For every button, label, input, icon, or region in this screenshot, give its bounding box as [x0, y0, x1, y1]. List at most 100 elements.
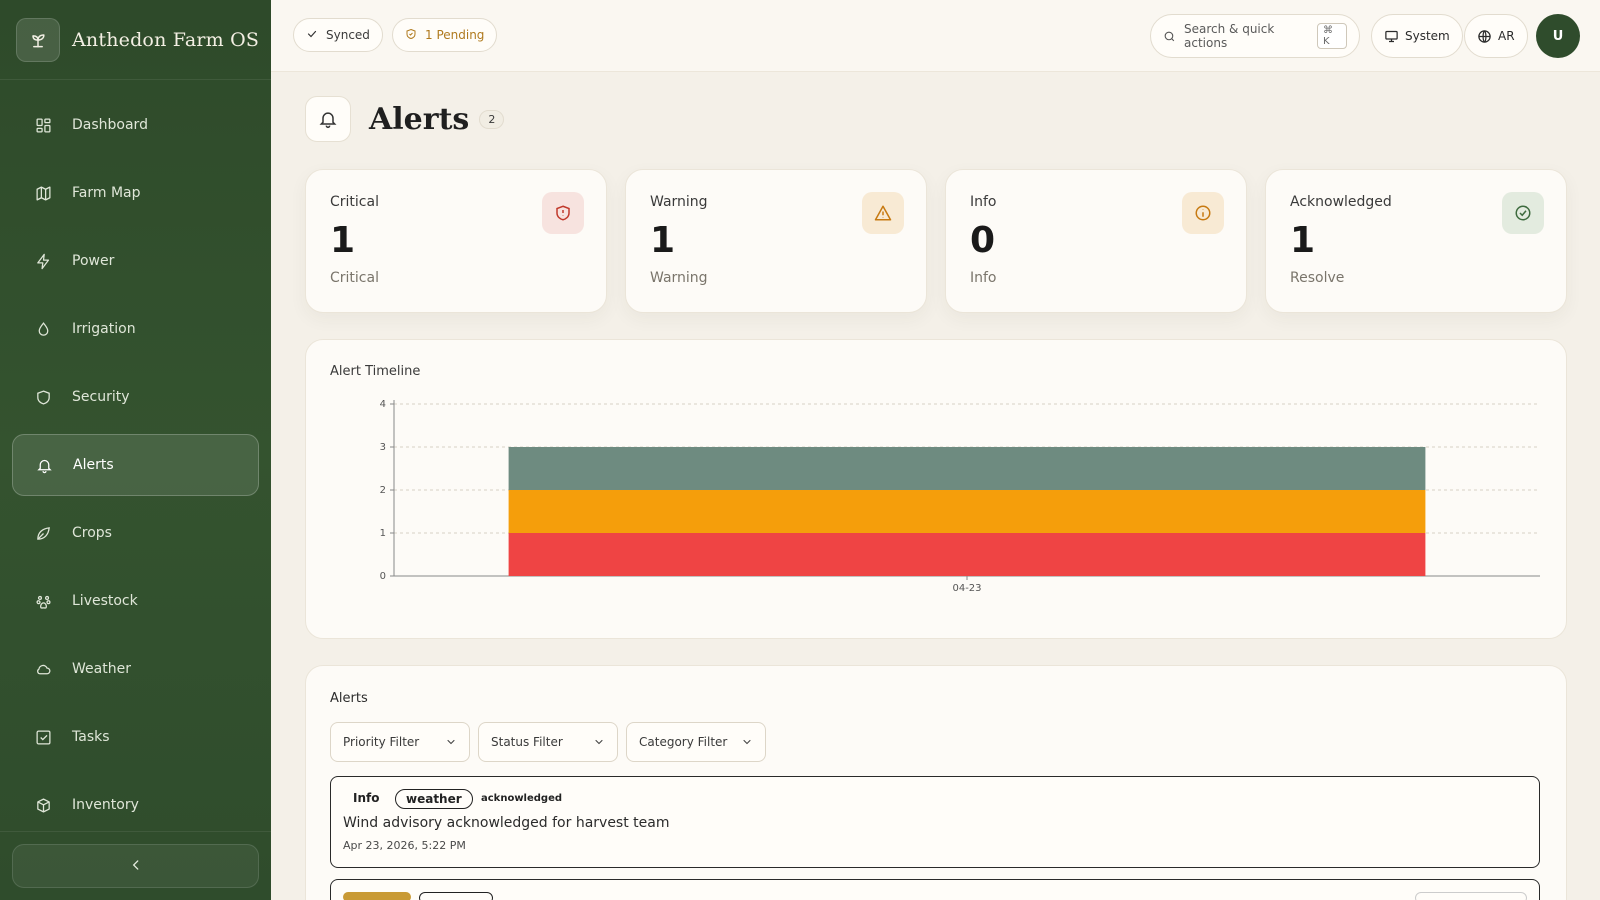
page-header: Alerts 2: [305, 96, 505, 142]
stat-sublabel: Info: [970, 270, 997, 286]
alert-count-badge: 2: [479, 109, 505, 129]
search-input[interactable]: Search & quick actions ⌘ K: [1150, 14, 1360, 58]
sidebar-item-dashboard[interactable]: Dashboard: [12, 94, 259, 156]
filter-label: Category Filter: [639, 735, 728, 749]
sidebar-item-label: Livestock: [72, 593, 138, 609]
status-tag: acknowledged: [481, 793, 563, 804]
sidebar-item-livestock[interactable]: Livestock: [12, 570, 259, 632]
livestock-icon: [34, 592, 52, 610]
sidebar-item-alerts[interactable]: Alerts: [12, 434, 259, 496]
stat-label: Acknowledged: [1290, 194, 1392, 210]
bar-segment: [508, 447, 1426, 490]
sidebar-item-inventory[interactable]: Inventory: [12, 774, 259, 836]
language-button[interactable]: AR: [1464, 14, 1528, 58]
chevron-down-icon: [593, 736, 605, 748]
alert-timeline-card: Alert Timeline 0 1 2 3 4 04-23: [305, 339, 1567, 639]
box-icon: [34, 796, 52, 814]
shield-alert-icon: [542, 192, 584, 234]
cloud-icon: [34, 660, 52, 678]
stat-card-acknowledged: Acknowledged 1 Resolve: [1265, 169, 1567, 313]
priority-tag: Info: [353, 791, 380, 805]
pending-status-pill[interactable]: 1 Pending: [392, 18, 498, 52]
chevron-down-icon: [741, 736, 753, 748]
category-filter-select[interactable]: Category Filter: [626, 722, 766, 762]
stat-label: Warning: [650, 194, 708, 210]
monitor-icon: [1384, 29, 1405, 44]
stat-sublabel: Critical: [330, 270, 379, 286]
search-icon: [1163, 30, 1176, 43]
brand: Anthedon Farm OS: [0, 0, 271, 80]
list-item[interactable]: Info weather acknowledged Wind advisory …: [330, 776, 1540, 868]
stat-sublabel: Resolve: [1290, 270, 1345, 286]
sync-status-pill[interactable]: Synced: [293, 18, 383, 52]
sidebar-item-crops[interactable]: Crops: [12, 502, 259, 564]
sidebar-item-label: Alerts: [73, 457, 114, 473]
sidebar-item-label: Security: [72, 389, 130, 405]
app-name: Anthedon Farm OS: [72, 28, 260, 51]
alerts-list-title: Alerts: [330, 691, 368, 706]
y-tick-label: 2: [380, 485, 386, 496]
droplet-icon: [34, 320, 52, 338]
stat-label: Critical: [330, 194, 379, 210]
action-button[interactable]: [1415, 892, 1527, 900]
bell-icon: [35, 456, 53, 474]
status-filter-select[interactable]: Status Filter: [478, 722, 618, 762]
globe-icon: [1477, 29, 1498, 44]
sidebar-item-label: Tasks: [72, 729, 110, 745]
y-tick-label: 0: [380, 571, 386, 582]
y-tick-label: 1: [380, 528, 386, 539]
stat-value: 1: [1290, 220, 1316, 261]
alerts-list-card: Alerts Priority Filter Status Filter Cat…: [305, 665, 1567, 900]
bell-icon: [305, 96, 351, 142]
shield-check-icon: [405, 28, 425, 43]
collapse-sidebar-button[interactable]: [12, 844, 259, 888]
language-label: AR: [1498, 29, 1515, 43]
sidebar-item-label: Weather: [72, 661, 131, 677]
y-tick-label: 3: [380, 442, 386, 453]
sidebar-item-farm-map[interactable]: Farm Map: [12, 162, 259, 224]
avatar[interactable]: U: [1536, 14, 1580, 58]
y-tick-label: 4: [380, 399, 386, 410]
sidebar-item-label: Farm Map: [72, 185, 141, 201]
theme-button[interactable]: System: [1371, 14, 1463, 58]
shield-icon: [34, 388, 52, 406]
sidebar-nav: Dashboard Farm Map Power Irrigation Secu…: [0, 80, 271, 836]
alert-message: Wind advisory acknowledged for harvest t…: [343, 815, 670, 831]
page-title: Alerts: [369, 101, 470, 137]
priority-tag: [343, 892, 411, 900]
stat-card-warning: Warning 1 Warning: [625, 169, 927, 313]
sidebar-item-label: Inventory: [72, 797, 139, 813]
alert-timestamp: Apr 23, 2026, 5:22 PM: [343, 839, 466, 852]
chevron-down-icon: [445, 736, 457, 748]
stat-label: Info: [970, 194, 997, 210]
sprout-icon[interactable]: [16, 17, 60, 62]
filter-label: Priority Filter: [343, 735, 420, 749]
sidebar-item-label: Crops: [72, 525, 112, 541]
filter-label: Status Filter: [491, 735, 563, 749]
stat-sublabel: Warning: [650, 270, 708, 286]
stat-value: 0: [970, 220, 996, 261]
priority-filter-select[interactable]: Priority Filter: [330, 722, 470, 762]
list-item[interactable]: [330, 879, 1540, 900]
sidebar-item-label: Dashboard: [72, 117, 148, 133]
category-tag: weather: [395, 789, 473, 809]
chevron-left-icon: [129, 857, 143, 876]
info-circle-icon: [1182, 192, 1224, 234]
sidebar-item-irrigation[interactable]: Irrigation: [12, 298, 259, 360]
search-shortcut: ⌘ K: [1317, 23, 1347, 49]
main-content: Alerts 2 Critical 1 Critical Warning 1 W…: [271, 72, 1600, 900]
theme-label: System: [1405, 29, 1450, 43]
sidebar-divider: [0, 831, 271, 832]
bolt-icon: [34, 252, 52, 270]
sidebar-item-power[interactable]: Power: [12, 230, 259, 292]
stat-value: 1: [650, 220, 676, 261]
sidebar-item-security[interactable]: Security: [12, 366, 259, 428]
leaf-icon: [34, 524, 52, 542]
sidebar-item-label: Power: [72, 253, 115, 269]
topbar: Synced 1 Pending Search & quick actions …: [271, 0, 1600, 72]
stat-value: 1: [330, 220, 356, 261]
sidebar-item-tasks[interactable]: Tasks: [12, 706, 259, 768]
checkbox-icon: [34, 728, 52, 746]
pending-status-label: 1 Pending: [425, 28, 485, 42]
sidebar-item-weather[interactable]: Weather: [12, 638, 259, 700]
